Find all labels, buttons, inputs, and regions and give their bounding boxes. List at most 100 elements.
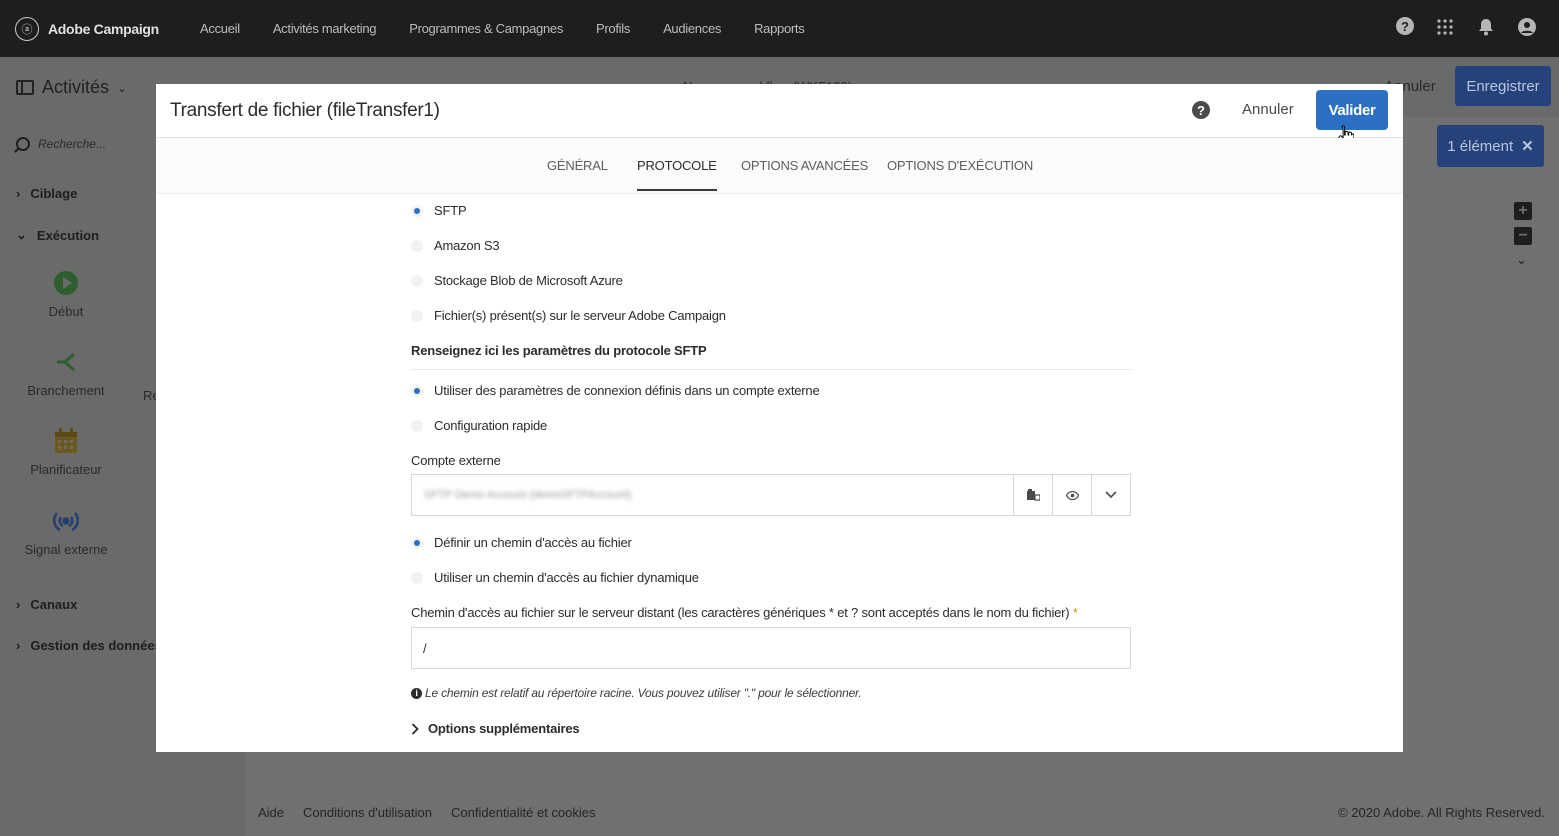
help-icon[interactable]: ?	[1396, 17, 1414, 35]
additional-options-toggle[interactable]: Options supplémentaires	[411, 721, 580, 736]
tab-options-avancees[interactable]: OPTIONS AVANCÉES	[741, 158, 868, 173]
avatar-icon[interactable]	[1517, 17, 1537, 37]
chevron-down-icon: ⌄	[117, 80, 128, 95]
save-button[interactable]: Enregistrer	[1455, 66, 1551, 106]
footer-link-confidentialite[interactable]: Confidentialité et cookies	[451, 805, 596, 820]
category-label: Gestion des données (I	[30, 638, 174, 653]
radio-quick-config[interactable]: Configuration rapide	[411, 418, 547, 433]
external-account-input[interactable]: SFTP Demo Account (demoSFTPAccount)	[412, 475, 1013, 515]
radio-label: Stockage Blob de Microsoft Azure	[434, 273, 623, 288]
help-icon[interactable]: ?	[1192, 101, 1210, 119]
tab-general[interactable]: GÉNÉRAL	[547, 158, 608, 173]
category-execution[interactable]: ⌄ Exécution	[16, 227, 99, 243]
dialog-body: SFTP Amazon S3 Stockage Blob de Microsof…	[156, 194, 1403, 752]
chevron-right-icon	[411, 722, 419, 735]
nav-accueil[interactable]: Accueil	[200, 21, 240, 36]
chevron-right-icon: ›	[16, 186, 21, 201]
category-gestion-donnees[interactable]: › Gestion des données (I	[16, 638, 173, 653]
main-nav: Accueil Activités marketing Programmes &…	[200, 21, 837, 36]
radio-button[interactable]	[411, 571, 423, 584]
nav-activites-marketing[interactable]: Activités marketing	[273, 21, 377, 36]
app-logo[interactable]: ⓐ Adobe Campaign	[15, 16, 200, 41]
chevron-down-icon: ⌄	[16, 227, 27, 242]
category-ciblage[interactable]: › Ciblage	[16, 186, 77, 201]
external-account-label: Compte externe	[411, 453, 501, 468]
top-icons: ?	[1396, 17, 1537, 37]
radio-button[interactable]	[411, 419, 423, 432]
activities-panel-toggle[interactable]: Activités ⌄	[16, 77, 127, 98]
zoom-in-icon[interactable]: +	[1514, 202, 1532, 220]
apps-grid-icon[interactable]	[1435, 17, 1455, 37]
preview-eye-icon[interactable]	[1052, 475, 1091, 515]
nav-rapports[interactable]: Rapports	[754, 21, 805, 36]
browse-folder-icon[interactable]	[1013, 475, 1052, 515]
category-canaux[interactable]: › Canaux	[16, 597, 77, 612]
nav-profils[interactable]: Profils	[596, 21, 630, 36]
chevron-right-icon: ›	[16, 638, 21, 653]
close-icon[interactable]: ✕	[1521, 137, 1534, 155]
chevron-down-icon[interactable]	[1091, 475, 1130, 515]
radio-label: Utiliser des paramètres de connexion déf…	[434, 383, 820, 398]
tab-options-execution[interactable]: OPTIONS D'EXÉCUTION	[887, 158, 1033, 173]
footer-link-aide[interactable]: Aide	[258, 805, 284, 820]
tool-label: Signal externe	[24, 542, 108, 557]
radio-button-checked[interactable]	[411, 536, 423, 549]
tool-debut[interactable]: Début	[6, 267, 126, 319]
required-marker: *	[1072, 605, 1078, 620]
radio-dynamic-path[interactable]: Utiliser un chemin d'accès au fichier dy…	[411, 570, 699, 585]
category-label: Exécution	[36, 227, 100, 243]
radio-label: Définir un chemin d'accès au fichier	[434, 535, 632, 550]
app-name: Adobe Campaign	[48, 20, 159, 37]
radio-button-checked[interactable]	[411, 204, 423, 217]
additional-options-label: Options supplémentaires	[428, 721, 580, 736]
radio-label: Fichier(s) présent(s) sur le serveur Ado…	[434, 308, 726, 323]
file-transfer-dialog: Transfert de fichier (fileTransfer1) ? A…	[156, 84, 1403, 752]
radio-azure-blob[interactable]: Stockage Blob de Microsoft Azure	[411, 273, 623, 288]
zoom-out-icon[interactable]: −	[1514, 227, 1532, 245]
radio-button-checked[interactable]	[411, 384, 423, 397]
tool-branchement[interactable]: Branchement	[6, 346, 126, 398]
radio-define-path[interactable]: Définir un chemin d'accès au fichier	[411, 535, 632, 550]
radio-amazon-s3[interactable]: Amazon S3	[411, 238, 500, 253]
top-navigation-bar: ⓐ Adobe Campaign Accueil Activités marke…	[0, 0, 1559, 57]
search-box[interactable]: Recherche...	[16, 137, 106, 151]
radio-button[interactable]	[411, 274, 423, 287]
radio-label: Utiliser un chemin d'accès au fichier dy…	[434, 570, 699, 585]
cancel-button[interactable]: Annuler	[1242, 101, 1294, 118]
radio-button[interactable]	[411, 309, 423, 322]
radio-label: Amazon S3	[434, 238, 500, 253]
radio-label: Configuration rapide	[434, 418, 548, 433]
radio-button[interactable]	[411, 239, 423, 252]
activities-title: Activités	[42, 77, 110, 97]
signal-icon	[6, 505, 126, 537]
radio-sftp[interactable]: SFTP	[411, 203, 467, 218]
chevron-right-icon: ›	[16, 597, 21, 612]
tab-protocole[interactable]: PROTOCOLE	[637, 158, 717, 191]
path-hint: i Le chemin est relatif au répertoire ra…	[411, 686, 862, 700]
panel-icon	[16, 80, 34, 95]
remote-path-input[interactable]: /	[411, 627, 1131, 669]
tool-signal-externe[interactable]: Signal externe	[6, 505, 126, 557]
bell-icon[interactable]	[1476, 17, 1496, 37]
radio-external-account[interactable]: Utiliser des paramètres de connexion déf…	[411, 383, 820, 398]
category-label: Canaux	[30, 597, 78, 612]
nav-programmes-campagnes[interactable]: Programmes & Campagnes	[409, 21, 563, 36]
tool-planificateur[interactable]: Planificateur	[6, 425, 126, 477]
footer-links: Aide Conditions d'utilisation Confidenti…	[258, 805, 596, 820]
external-account-field[interactable]: SFTP Demo Account (demoSFTPAccount)	[411, 474, 1131, 516]
remote-path-label: Chemin d'accès au fichier sur le serveur…	[411, 605, 1078, 620]
nav-audiences[interactable]: Audiences	[663, 21, 721, 36]
info-icon: i	[411, 687, 422, 699]
radio-campaign-server[interactable]: Fichier(s) présent(s) sur le serveur Ado…	[411, 308, 726, 323]
dialog-tabs: GÉNÉRAL PROTOCOLE OPTIONS AVANCÉES OPTIO…	[156, 138, 1403, 194]
tool-label: Début	[48, 304, 84, 319]
footer-link-conditions[interactable]: Conditions d'utilisation	[303, 805, 432, 820]
selection-badge[interactable]: 1 élément ✕	[1437, 125, 1544, 167]
external-account-value: SFTP Demo Account (demoSFTPAccount)	[424, 489, 632, 501]
adobe-campaign-logo-icon: ⓐ	[15, 16, 39, 41]
tool-label: Planificateur	[30, 462, 102, 477]
dialog-title: Transfert de fichier (fileTransfer1)	[170, 100, 440, 121]
play-icon	[6, 267, 126, 299]
chevron-down-icon[interactable]: ⌄	[1516, 252, 1527, 268]
remote-path-label-text: Chemin d'accès au fichier sur le serveur…	[411, 605, 1070, 620]
